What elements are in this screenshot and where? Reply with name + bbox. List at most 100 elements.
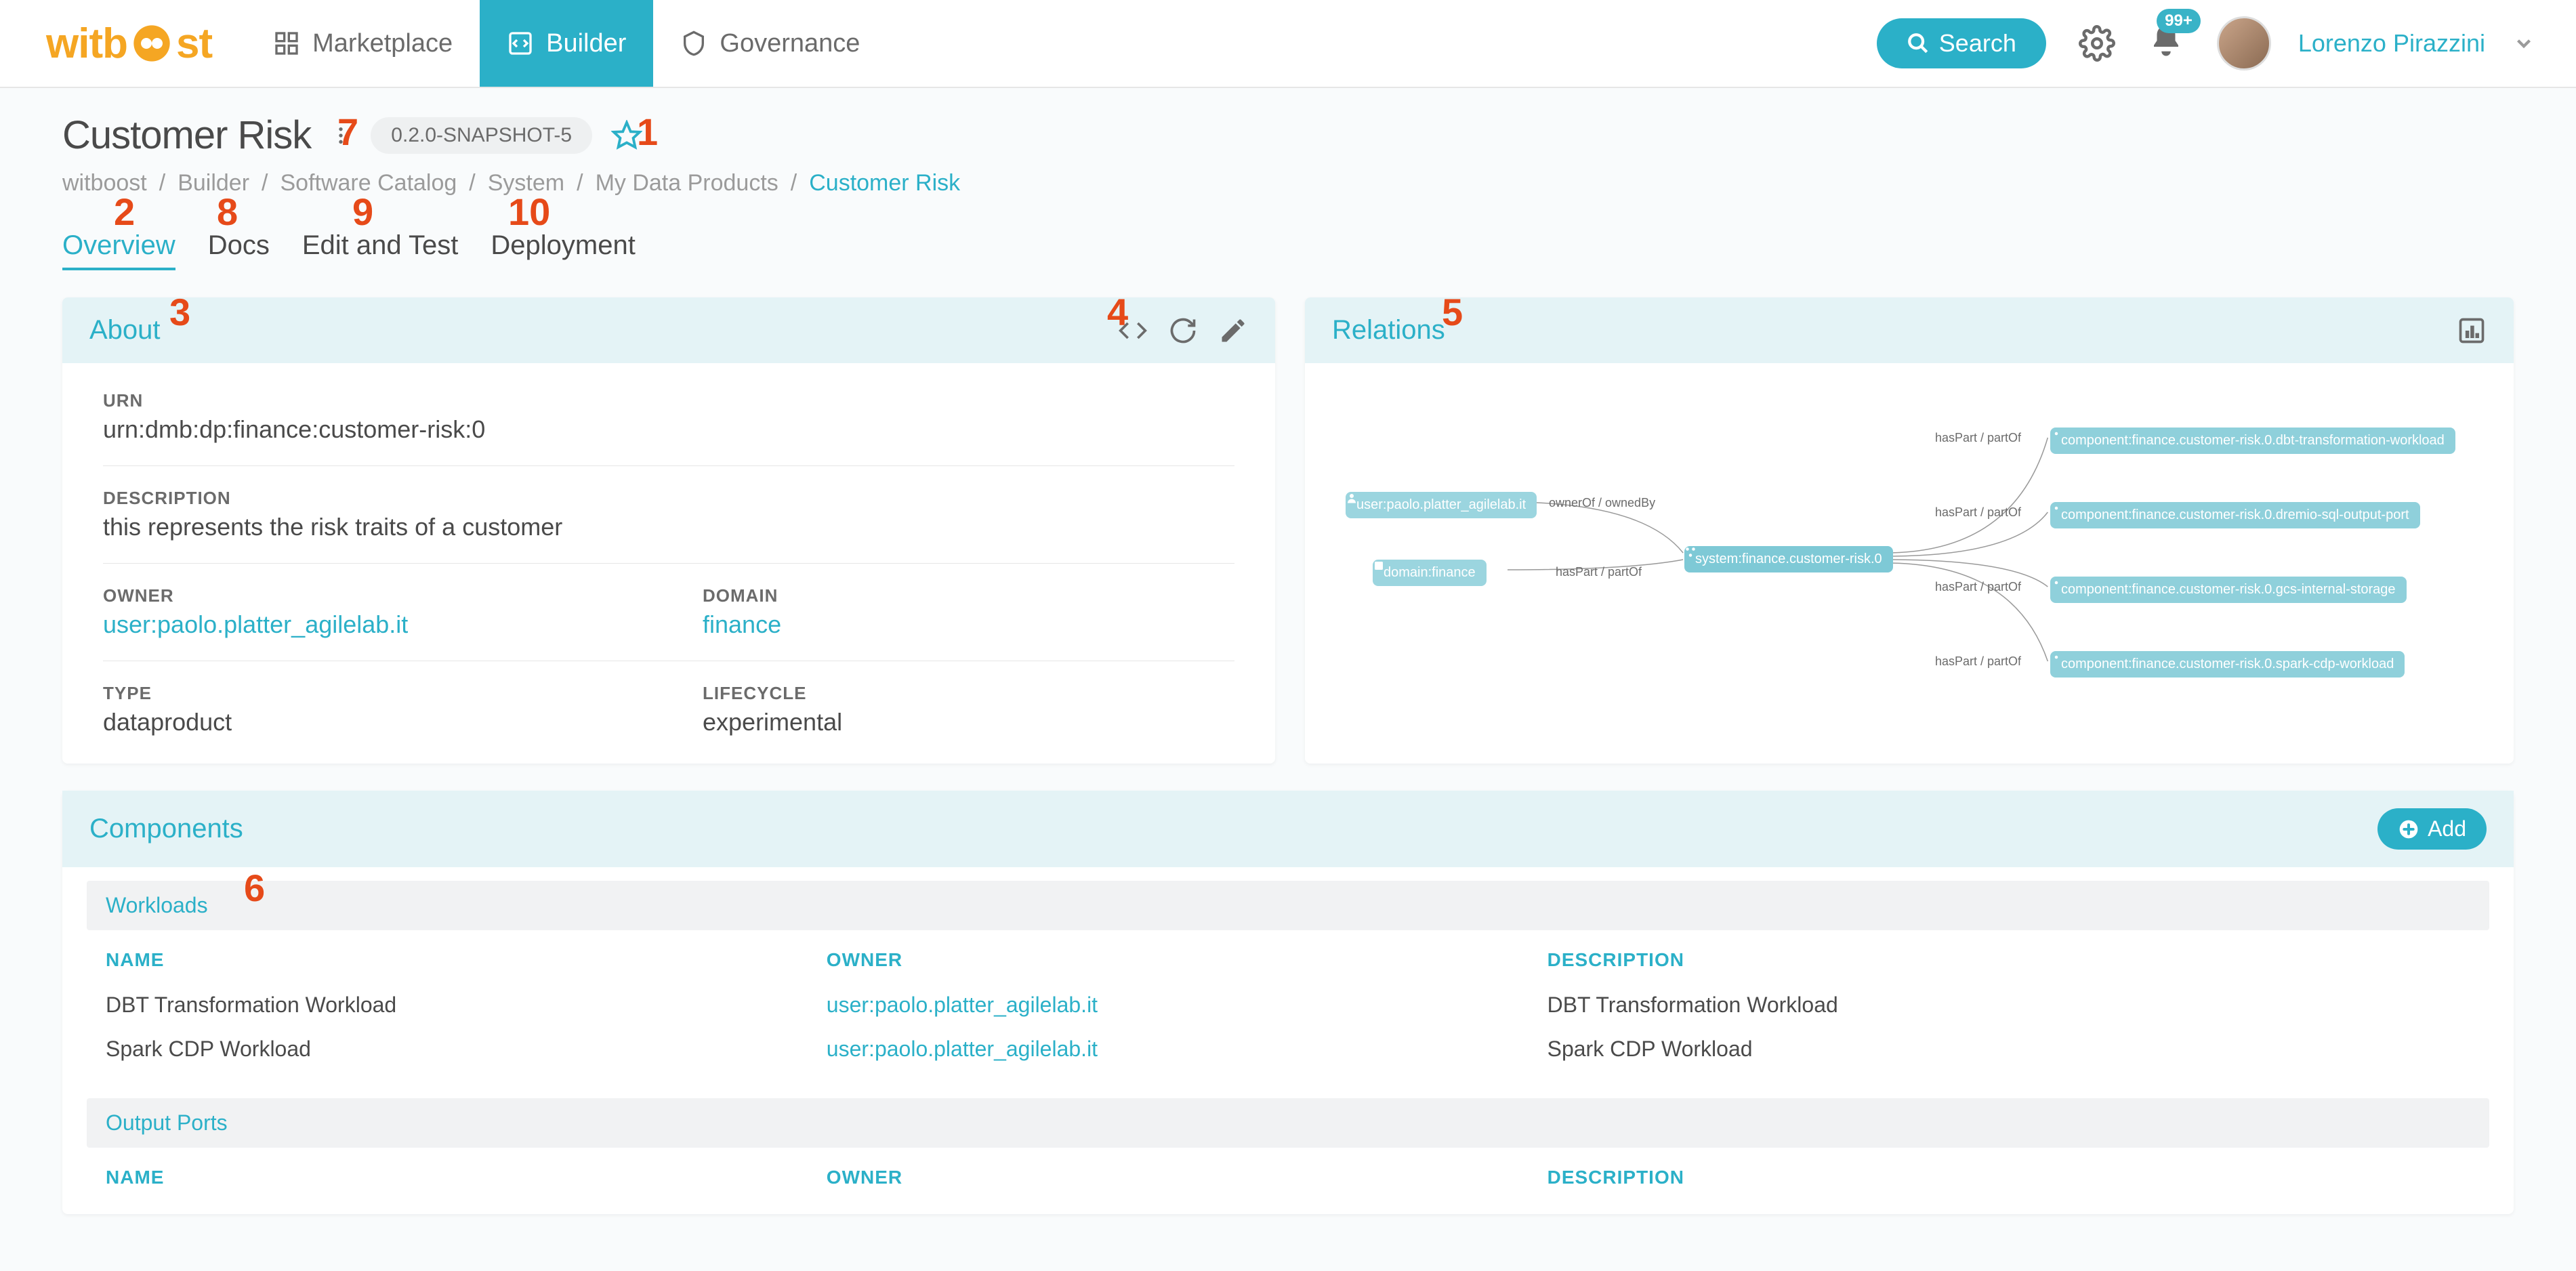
relation-node-comp[interactable]: component:finance.customer-risk.0.dremio… [2050, 502, 2420, 528]
components-header: Components Add [62, 791, 2514, 867]
user-name[interactable]: Lorenzo Pirazzini [2298, 29, 2485, 58]
page-title: Customer Risk [62, 112, 311, 158]
add-button[interactable]: Add [2377, 808, 2487, 850]
workloads-title: Workloads [87, 881, 2489, 930]
node-label: component:finance.customer-risk.0.dremio… [2061, 507, 2409, 523]
gear-mini-icon [2050, 502, 2062, 514]
node-label: component:finance.customer-risk.0.dbt-tr… [2061, 433, 2445, 449]
user-icon [1346, 492, 1358, 504]
col-owner[interactable]: OWNER [808, 937, 1529, 983]
logo-icon [130, 22, 173, 65]
edit-icon[interactable] [1218, 316, 1248, 346]
node-label: domain:finance [1384, 565, 1476, 581]
gear-mini-icon [2050, 577, 2062, 589]
relation-node-domain[interactable]: domain:finance [1373, 560, 1487, 586]
star-icon[interactable] [611, 120, 642, 151]
relations-body[interactable]: user:paolo.platter_agilelab.it ownerOf /… [1305, 363, 2514, 729]
col-name[interactable]: NAME [87, 937, 808, 983]
cell-name: DBT Transformation Workload [87, 983, 808, 1027]
tab-overview[interactable]: Overview [62, 230, 175, 270]
node-label: system:finance.customer-risk.0 [1695, 551, 1882, 567]
col-desc[interactable]: DESCRIPTION [1529, 1154, 2489, 1201]
output-ports-section: Output Ports NAME OWNER DESCRIPTION [62, 1098, 2514, 1214]
desc-label: DESCRIPTION [103, 488, 1234, 509]
notif-badge: 99+ [2157, 9, 2201, 33]
col-desc[interactable]: DESCRIPTION [1529, 937, 2489, 983]
add-label: Add [2428, 816, 2466, 841]
code-icon[interactable] [1118, 316, 1148, 346]
chevron-down-icon[interactable] [2512, 32, 2535, 55]
avatar[interactable] [2217, 16, 2271, 70]
crumb[interactable]: witboost [62, 170, 147, 196]
table-row[interactable]: DBT Transformation Workload user:paolo.p… [87, 983, 2489, 1027]
edge-label: hasPart / partOf [1935, 505, 2021, 520]
domain-value[interactable]: finance [703, 610, 1234, 639]
table-row[interactable]: Spark CDP Workload user:paolo.platter_ag… [87, 1027, 2489, 1071]
owner-label: OWNER [103, 585, 635, 606]
search-icon [1907, 32, 1930, 55]
cell-name: Spark CDP Workload [87, 1027, 808, 1071]
shield-icon [680, 30, 707, 57]
domain-label: DOMAIN [703, 585, 1234, 606]
about-title: About [89, 315, 161, 346]
gear-mini-icon [2050, 428, 2062, 440]
edge-label: hasPart / partOf [1935, 654, 2021, 669]
crumb[interactable]: System [488, 170, 564, 196]
page-content: Customer Risk 0.2.0-SNAPSHOT-5 witboost/… [0, 88, 2576, 1271]
relations-header: Relations [1305, 297, 2514, 363]
nav-item-builder[interactable]: Builder [480, 0, 653, 87]
edge-label: ownerOf / ownedBy [1549, 496, 1655, 510]
tab-docs[interactable]: Docs [208, 230, 270, 270]
output-ports-table: NAME OWNER DESCRIPTION [87, 1154, 2489, 1201]
tab-deployment[interactable]: Deployment [491, 230, 635, 270]
more-icon[interactable] [330, 125, 352, 146]
nav-item-governance[interactable]: Governance [653, 0, 887, 87]
nav-label: Marketplace [312, 29, 453, 58]
lifecycle-value: experimental [703, 708, 1234, 736]
chart-icon[interactable] [2457, 316, 2487, 346]
system-icon [1684, 546, 1697, 558]
domain-icon [1373, 560, 1385, 572]
title-row: Customer Risk 0.2.0-SNAPSHOT-5 [0, 88, 2576, 158]
owner-value[interactable]: user:paolo.platter_agilelab.it [103, 610, 635, 639]
workloads-table: NAME OWNER DESCRIPTION DBT Transformatio… [87, 937, 2489, 1071]
relation-node-comp[interactable]: component:finance.customer-risk.0.gcs-in… [2050, 577, 2407, 603]
cell-desc: Spark CDP Workload [1529, 1027, 2489, 1071]
type-value: dataproduct [103, 708, 635, 736]
crumb[interactable]: My Data Products [596, 170, 778, 196]
tabs: Overview Docs Edit and Test Deployment [0, 196, 2576, 270]
col-name[interactable]: NAME [87, 1154, 808, 1201]
notifications[interactable]: 99+ [2122, 22, 2184, 65]
nav-label: Builder [546, 29, 626, 58]
refresh-icon[interactable] [1168, 316, 1198, 346]
relation-node-comp[interactable]: component:finance.customer-risk.0.spark-… [2050, 651, 2405, 678]
about-header: About [62, 297, 1275, 363]
type-label: TYPE [103, 683, 635, 704]
relation-node-user[interactable]: user:paolo.platter_agilelab.it [1346, 492, 1537, 518]
builder-icon [507, 30, 534, 57]
edge-label: hasPart / partOf [1935, 580, 2021, 594]
col-owner[interactable]: OWNER [808, 1154, 1529, 1201]
logo[interactable]: witb st [46, 20, 212, 68]
tab-edit-test[interactable]: Edit and Test [302, 230, 459, 270]
components-title: Components [89, 814, 243, 844]
grid-icon [273, 30, 300, 57]
nav-item-marketplace[interactable]: Marketplace [246, 0, 480, 87]
relation-node-center[interactable]: system:finance.customer-risk.0 [1684, 546, 1893, 572]
version-chip[interactable]: 0.2.0-SNAPSHOT-5 [371, 117, 592, 154]
crumb[interactable]: Software Catalog [280, 170, 457, 196]
cell-owner[interactable]: user:paolo.platter_agilelab.it [808, 1027, 1529, 1071]
crumb[interactable]: Builder [178, 170, 249, 196]
cell-owner[interactable]: user:paolo.platter_agilelab.it [808, 983, 1529, 1027]
urn-value: urn:dmb:dp:finance:customer-risk:0 [103, 415, 1234, 444]
relations-title: Relations [1332, 315, 1445, 346]
about-card: About URN urn:dmb:dp:finance:customer-ri… [62, 297, 1275, 764]
output-ports-title: Output Ports [87, 1098, 2489, 1148]
search-button[interactable]: Search [1877, 18, 2046, 68]
node-label: user:paolo.platter_agilelab.it [1356, 497, 1526, 513]
about-body: URN urn:dmb:dp:finance:customer-risk:0 D… [62, 363, 1275, 764]
nav-items: Marketplace Builder Governance [246, 0, 887, 87]
relation-node-comp[interactable]: component:finance.customer-risk.0.dbt-tr… [2050, 428, 2455, 454]
gear-icon[interactable] [2079, 25, 2115, 62]
node-label: component:finance.customer-risk.0.gcs-in… [2061, 582, 2396, 598]
